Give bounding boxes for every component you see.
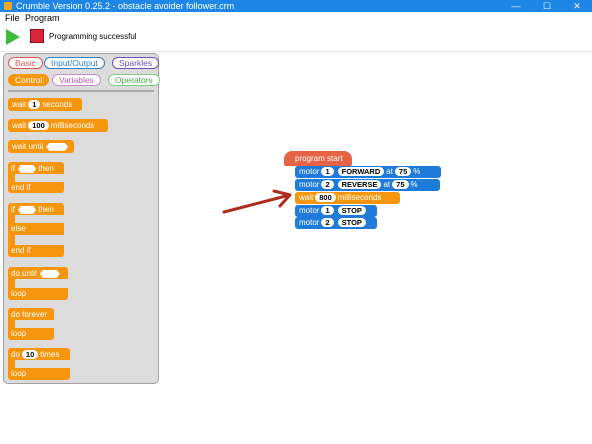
block-unit: % [410, 180, 418, 189]
block-label: end if [11, 246, 31, 255]
stop-icon[interactable] [30, 29, 44, 43]
wait-block[interactable]: wait 800 milliseconds [295, 192, 400, 204]
c-slot [15, 320, 54, 328]
menu-program[interactable]: Program [25, 13, 60, 23]
block-palette: Basic Input/Output Sparkles Control Vari… [3, 53, 160, 384]
block-value[interactable]: 1 [28, 100, 41, 110]
block-unit: times [40, 350, 60, 359]
block-wait-milliseconds[interactable]: wait 100 milliseconds [8, 119, 108, 132]
block-unit: milliseconds [50, 121, 95, 130]
block-label: if [11, 164, 15, 173]
block-label: else [11, 224, 26, 233]
block-label: motor [299, 167, 320, 176]
condition-slot[interactable] [46, 142, 69, 151]
toolbar: Programming successful [0, 25, 592, 52]
do-until-header: do until [11, 268, 60, 279]
motor-block[interactable]: motor 1 FORWARD at 75% [295, 166, 441, 178]
motor-number[interactable]: 1 [321, 206, 334, 216]
category-variables[interactable]: Variables [52, 74, 101, 86]
block-label: at [383, 180, 391, 189]
block-label: loop [11, 329, 27, 338]
motor-speed[interactable]: 75 [394, 167, 412, 177]
c-slot [15, 174, 64, 182]
block-do-until[interactable]: do until loop [8, 267, 68, 300]
block-label: motor [299, 206, 320, 215]
block-label: wait [12, 100, 27, 109]
motor-direction[interactable]: FORWARD [337, 167, 385, 177]
c-slot [15, 279, 68, 288]
motor-block[interactable]: motor 1 STOP [295, 205, 377, 217]
condition-slot[interactable] [18, 205, 36, 214]
menu-file[interactable]: File [5, 13, 20, 23]
block-label: do until [11, 269, 37, 278]
block-label: motor [299, 218, 320, 227]
block-value[interactable]: 10 [21, 350, 39, 360]
condition-slot[interactable] [18, 164, 36, 173]
wait-value[interactable]: 800 [315, 193, 336, 203]
condition-slot[interactable] [39, 269, 60, 278]
motor-number[interactable]: 2 [321, 180, 334, 190]
window-titlebar: Crumble Version 0.25.2 - obstacle avoide… [0, 0, 592, 12]
c-slot [15, 215, 64, 223]
block-do-times[interactable]: do 10 times loop [8, 348, 70, 380]
minimize-button[interactable]: — [501, 0, 531, 12]
motor-direction[interactable]: REVERSE [337, 180, 382, 190]
category-basic[interactable]: Basic [8, 57, 43, 69]
motor-speed[interactable]: 75 [392, 180, 409, 190]
motor-block[interactable]: motor 2 REVERSE at 75% [295, 179, 440, 191]
if-header: if then [11, 163, 54, 174]
block-label: do [11, 350, 20, 359]
block-label: wait until [12, 142, 44, 151]
block-label: if [11, 205, 15, 214]
block-do-forever[interactable]: do forever loop [8, 308, 54, 340]
category-operators[interactable]: Operators [108, 74, 160, 86]
motor-direction[interactable]: STOP [337, 206, 366, 216]
menu-bar: File Program [0, 12, 592, 25]
palette-divider [8, 90, 154, 92]
annotation-arrow-icon [222, 189, 292, 214]
maximize-button[interactable]: ☐ [532, 0, 562, 12]
do-times-header: do 10 times [11, 349, 59, 360]
block-label: at [386, 167, 393, 176]
if-header: if then [11, 204, 54, 215]
motor-number[interactable]: 1 [321, 167, 334, 177]
block-value[interactable]: 100 [28, 121, 49, 131]
block-label: wait [299, 193, 314, 202]
category-input-output[interactable]: Input/Output [44, 57, 105, 69]
block-label: wait [12, 121, 27, 130]
block-if-then[interactable]: if then end if [8, 162, 64, 193]
block-unit: milliseconds [337, 193, 382, 202]
motor-direction[interactable]: STOP [337, 218, 366, 228]
window-title: Crumble Version 0.25.2 - obstacle avoide… [16, 1, 235, 11]
category-sparkles[interactable]: Sparkles [112, 57, 160, 69]
motor-block[interactable]: motor 2 STOP [295, 217, 377, 229]
block-label: do forever [11, 310, 48, 319]
block-label: then [38, 164, 54, 173]
block-unit: seconds [42, 100, 73, 109]
block-label: loop [11, 369, 27, 378]
run-icon[interactable] [6, 29, 20, 45]
block-label: then [38, 205, 54, 214]
block-label: motor [299, 180, 320, 189]
status-text: Programming successful [49, 32, 137, 41]
close-button[interactable]: ✕ [562, 0, 592, 12]
c-slot [15, 235, 64, 245]
block-unit: % [413, 167, 421, 176]
block-wait-until[interactable]: wait until [8, 140, 74, 153]
block-label: end if [11, 183, 31, 192]
block-if-then-else[interactable]: if then else end if [8, 203, 64, 257]
c-slot [15, 360, 70, 368]
category-control[interactable]: Control [8, 74, 50, 86]
block-label: loop [11, 289, 27, 298]
app-icon [4, 2, 12, 10]
motor-number[interactable]: 2 [321, 218, 334, 228]
program-start-block[interactable]: program start [284, 151, 352, 166]
block-wait-seconds[interactable]: wait 1 seconds [8, 98, 82, 111]
